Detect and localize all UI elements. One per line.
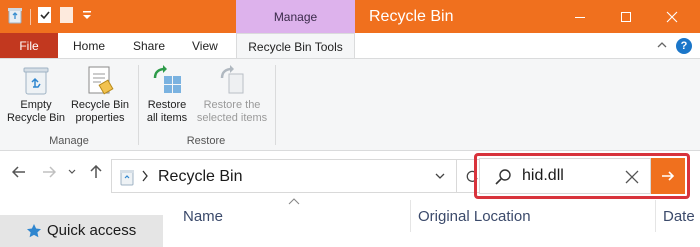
properties-checkmark-icon[interactable]: [37, 6, 53, 29]
window-title: Recycle Bin: [369, 8, 454, 25]
quick-access-toolbar: [6, 6, 93, 29]
star-icon: [26, 223, 42, 244]
sort-ascending-icon: [288, 197, 300, 208]
search-icon: [494, 168, 512, 191]
recycle-bin-app-icon: [6, 6, 24, 29]
breadcrumb-separator-icon[interactable]: [141, 169, 149, 188]
address-history-chevron-icon[interactable]: [434, 169, 446, 188]
minimize-icon: [575, 16, 585, 18]
restore-selected-items-button[interactable]: Restore the selected items: [194, 63, 270, 125]
empty-recycle-bin-button[interactable]: Empty Recycle Bin: [6, 63, 66, 125]
recent-locations-chevron-icon[interactable]: [67, 165, 77, 184]
recycle-bin-icon: [19, 63, 53, 97]
ribbon-group-divider: [275, 65, 276, 145]
restore-selected-items-label: Restore the selected items: [196, 99, 268, 124]
title-bar: Manage Recycle Bin: [0, 0, 700, 33]
close-button[interactable]: [649, 0, 695, 33]
breadcrumb-recycle-bin[interactable]: Recycle Bin: [158, 168, 242, 186]
up-arrow-icon[interactable]: [89, 164, 103, 184]
column-divider[interactable]: [655, 200, 656, 232]
toolbar-divider: [30, 9, 31, 25]
search-go-button[interactable]: [651, 158, 685, 194]
new-folder-icon[interactable]: [59, 6, 75, 29]
restore-all-items-button[interactable]: Restore all items: [142, 63, 192, 125]
recycle-bin-properties-label: Recycle Bin properties: [70, 99, 130, 124]
group-label-restore: Restore: [186, 135, 226, 147]
column-divider[interactable]: [410, 200, 411, 232]
properties-icon: [83, 63, 117, 97]
maximize-button[interactable]: [603, 0, 649, 33]
context-tab-manage: Manage: [236, 0, 355, 33]
customize-toolbar-dropdown-icon[interactable]: [81, 8, 93, 27]
tab-file[interactable]: File: [0, 33, 58, 58]
ribbon-group-divider: [138, 65, 139, 145]
column-header-name[interactable]: Name: [183, 208, 223, 225]
quick-access-label: Quick access: [47, 222, 137, 239]
help-icon[interactable]: ?: [676, 38, 692, 54]
tab-recycle-bin-tools[interactable]: Recycle Bin Tools: [236, 33, 355, 59]
column-header-original-location[interactable]: Original Location: [418, 208, 531, 225]
recycle-bin-properties-button[interactable]: Recycle Bin properties: [68, 63, 132, 125]
back-arrow-icon[interactable]: [11, 165, 26, 184]
tab-share[interactable]: Share: [133, 33, 165, 58]
search-input[interactable]: hid.dll: [479, 158, 651, 194]
nav-pane-quick-access[interactable]: Quick access: [0, 215, 163, 247]
empty-recycle-bin-label: Empty Recycle Bin: [6, 99, 66, 124]
tab-view[interactable]: View: [192, 33, 218, 58]
restore-selected-icon: [215, 63, 249, 97]
group-label-manage: Manage: [49, 135, 89, 147]
maximize-icon: [621, 11, 631, 22]
ribbon-panel: Empty Recycle Bin Recycle Bin properties…: [0, 58, 700, 151]
tab-home[interactable]: Home: [73, 33, 105, 58]
recycle-bin-small-icon: [119, 168, 135, 191]
minimize-button[interactable]: [557, 0, 603, 33]
expand-ribbon-chevron-icon[interactable]: [656, 37, 668, 55]
clear-search-icon[interactable]: [625, 170, 639, 189]
close-icon: [666, 11, 678, 22]
restore-all-icon: [150, 63, 184, 97]
forward-arrow-icon[interactable]: [42, 165, 57, 184]
address-bar[interactable]: Recycle Bin: [111, 159, 457, 193]
ribbon-tab-row: File Home Share View Recycle Bin Tools ?: [0, 33, 700, 59]
restore-all-items-label: Restore all items: [146, 99, 188, 124]
search-query[interactable]: hid.dll: [522, 167, 564, 185]
column-header-date[interactable]: Date: [663, 208, 695, 225]
arrow-right-icon: [662, 171, 675, 181]
